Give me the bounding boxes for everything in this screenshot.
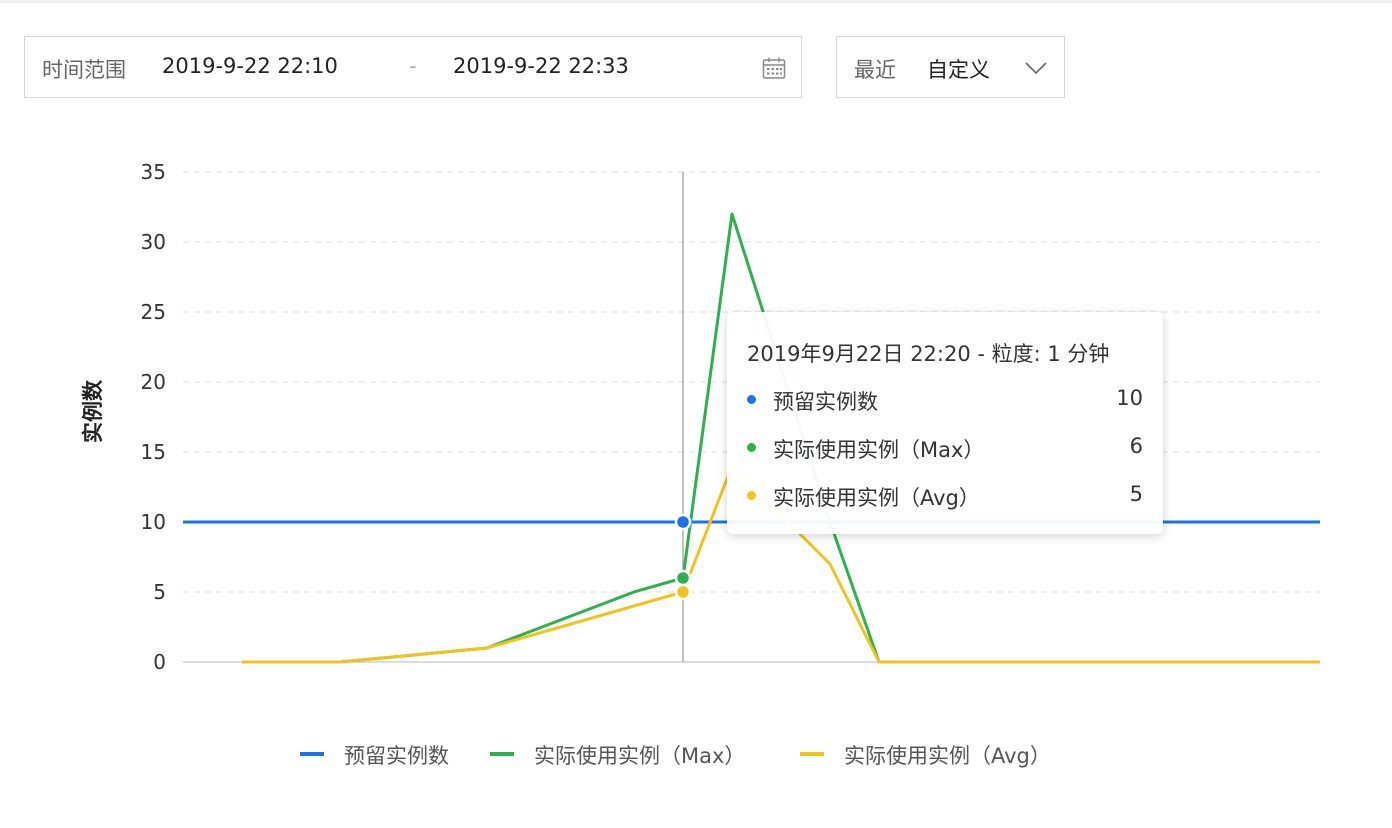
y-tick-label: 30	[141, 230, 166, 254]
y-tick-label: 20	[141, 370, 166, 394]
tooltip-name-reserved: 预留实例数	[773, 390, 878, 414]
chart-legend: 预留实例数 实际使用实例（Max） 实际使用实例（Avg）	[0, 738, 1392, 770]
tooltip-name-max: 实际使用实例（Max）	[773, 438, 985, 462]
legend-label-max: 实际使用实例（Max）	[534, 744, 746, 768]
hover-point-2	[674, 569, 692, 587]
y-tick-label: 15	[141, 440, 166, 464]
tooltip-dot-avg	[747, 491, 756, 500]
tooltip-dot-reserved	[747, 395, 756, 404]
y-axis-label: 实例数	[81, 380, 105, 443]
hover-point-1	[674, 513, 692, 531]
tooltip-value-max: 6	[1129, 434, 1143, 458]
tooltip-row-max: 实际使用实例（Max） 6	[747, 432, 1143, 462]
line-chart: 0 5 10 15 20 25 30 35	[141, 160, 1320, 674]
hover-point-3	[674, 583, 692, 601]
tooltip-row-avg: 实际使用实例（Avg） 5	[747, 480, 1143, 510]
tooltip-value-reserved: 10	[1116, 386, 1143, 410]
tooltip-title: 2019年9月22日 22:20 - 粒度: 1 分钟	[747, 342, 1110, 366]
tooltip-value-avg: 5	[1129, 482, 1143, 506]
legend-swatch-avg	[800, 752, 824, 756]
y-tick-label: 25	[141, 300, 166, 324]
legend-label-reserved: 预留实例数	[344, 744, 449, 768]
legend-swatch-reserved	[300, 752, 324, 756]
y-tick-label: 35	[141, 160, 166, 184]
chart-tooltip: 2019年9月22日 22:20 - 粒度: 1 分钟 预留实例数 10 实际使…	[727, 312, 1163, 534]
y-tick-label: 10	[141, 510, 166, 534]
tooltip-dot-max	[747, 443, 756, 452]
legend-swatch-max	[490, 752, 514, 756]
tooltip-row-reserved: 预留实例数 10	[747, 384, 1143, 414]
legend-label-avg: 实际使用实例（Avg）	[844, 744, 1051, 768]
y-tick-label: 0	[153, 650, 166, 674]
tooltip-name-avg: 实际使用实例（Avg）	[773, 486, 980, 510]
y-tick-label: 5	[153, 580, 166, 604]
